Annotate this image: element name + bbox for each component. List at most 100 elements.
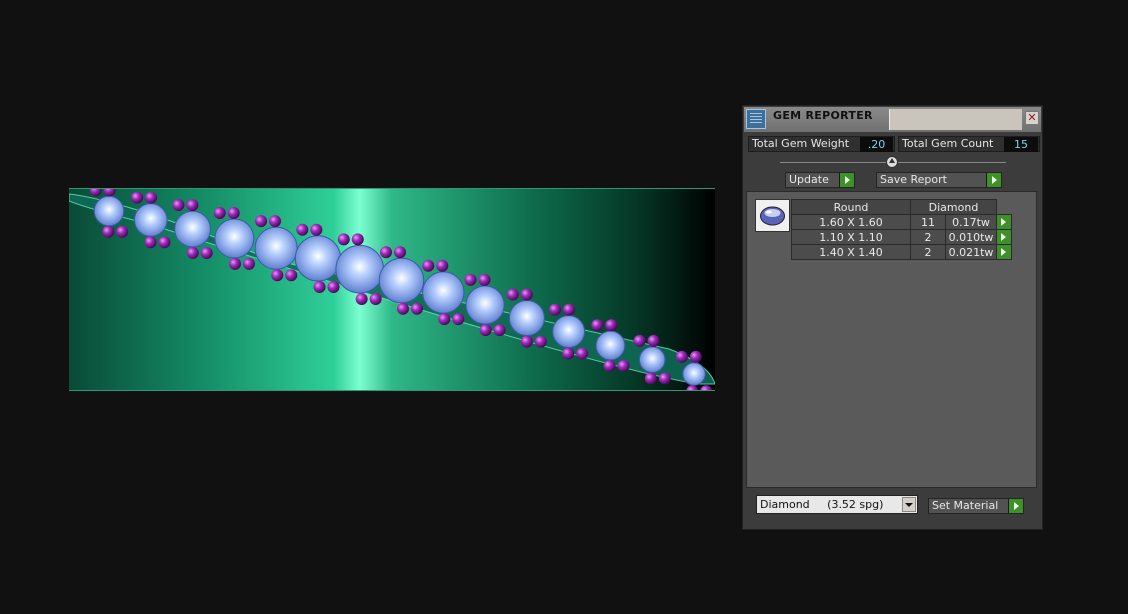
round-gem-icon xyxy=(760,206,785,226)
accent-stone xyxy=(242,257,255,270)
row-go-button[interactable] xyxy=(996,229,1012,245)
header-material: Diamond xyxy=(910,199,997,215)
accent-stone xyxy=(605,319,618,332)
accent-stone xyxy=(436,259,449,272)
row-count: 11 xyxy=(910,214,946,230)
table-row[interactable]: 1.40 X 1.40 2 0.021tw xyxy=(791,244,1012,260)
accent-stone xyxy=(396,302,409,315)
row-weight: 0.010tw xyxy=(945,229,997,245)
accent-stone xyxy=(285,269,298,282)
ring-render xyxy=(69,189,715,390)
accent-stone xyxy=(369,292,382,305)
gem-reporter-panel: GEM REPORTER ✕ Total Gem Weight .20 Tota… xyxy=(742,105,1043,530)
gem-table: Round Diamond 1.60 X 1.60 11 0.17tw 1.10… xyxy=(791,199,1012,260)
accent-stone xyxy=(102,225,115,238)
accent-stone xyxy=(394,246,407,259)
gem-reporter-icon xyxy=(746,109,766,129)
accent-stone xyxy=(310,223,323,236)
chevron-down-icon[interactable] xyxy=(902,497,916,512)
accent-stone xyxy=(422,259,435,272)
center-stone xyxy=(174,210,211,248)
accent-stone xyxy=(269,215,282,228)
accent-stone xyxy=(576,347,589,360)
table-row[interactable]: 1.10 X 1.10 2 0.010tw xyxy=(791,229,1012,245)
update-label: Update xyxy=(789,173,829,186)
center-stone xyxy=(378,257,425,304)
accent-stone xyxy=(271,269,284,282)
accent-stone xyxy=(89,189,102,197)
center-stone xyxy=(508,300,545,337)
accent-stone xyxy=(351,233,364,246)
center-stone xyxy=(254,226,298,270)
accent-stone xyxy=(644,372,657,385)
save-report-go-icon xyxy=(986,173,1001,187)
title-bar[interactable]: GEM REPORTER ✕ xyxy=(744,107,1041,132)
accent-stone xyxy=(380,246,393,259)
row-go-button[interactable] xyxy=(996,244,1012,260)
material-selected-value: Diamond (3.52 spg) xyxy=(760,498,884,511)
accent-stone xyxy=(478,273,491,286)
play-arrow-icon xyxy=(997,245,1011,259)
accent-stone xyxy=(116,225,129,238)
accent-stone xyxy=(255,215,268,228)
title-tab-area xyxy=(889,109,1022,130)
accent-stone xyxy=(686,385,699,390)
accent-stone xyxy=(355,292,368,305)
accent-stone xyxy=(296,223,309,236)
total-count-value: 15 xyxy=(1004,137,1038,152)
header-shape: Round xyxy=(791,199,911,215)
accent-stone xyxy=(145,191,158,204)
accent-stone xyxy=(591,319,604,332)
material-dropdown[interactable]: Diamond (3.52 spg) xyxy=(756,495,918,514)
3d-viewport[interactable] xyxy=(69,188,715,391)
accent-stone xyxy=(563,303,576,316)
accent-stone xyxy=(479,324,492,337)
center-stone xyxy=(335,244,385,294)
accent-stone xyxy=(603,359,616,372)
accent-stone xyxy=(327,281,340,294)
collapse-knob[interactable] xyxy=(886,156,898,168)
accent-stone xyxy=(617,359,630,372)
set-material-button[interactable]: Set Material xyxy=(928,498,1024,514)
accent-stone xyxy=(493,324,506,337)
table-row[interactable]: 1.60 X 1.60 11 0.17tw xyxy=(791,214,1012,230)
accent-stone xyxy=(438,313,451,326)
row-go-button[interactable] xyxy=(996,214,1012,230)
accent-stone xyxy=(200,246,213,259)
total-weight-value: .20 xyxy=(860,137,893,152)
accent-stone xyxy=(186,246,199,259)
close-button[interactable]: ✕ xyxy=(1025,111,1039,125)
accent-stone xyxy=(313,281,326,294)
row-size: 1.40 X 1.40 xyxy=(791,244,911,260)
accent-stone xyxy=(337,233,350,246)
total-weight-label: Total Gem Weight xyxy=(752,137,850,150)
accent-stone xyxy=(689,350,702,363)
accent-stone xyxy=(658,372,671,385)
accent-stone xyxy=(633,334,646,347)
center-stones xyxy=(93,195,706,386)
save-report-label: Save Report xyxy=(880,173,947,186)
row-count: 2 xyxy=(910,244,946,260)
accent-stone xyxy=(520,335,533,348)
update-button[interactable]: Update xyxy=(785,172,855,188)
accent-stone xyxy=(103,189,116,197)
accent-stone xyxy=(700,385,713,390)
accent-stone xyxy=(410,302,423,315)
play-arrow-icon xyxy=(997,230,1011,244)
center-stone xyxy=(422,271,465,314)
accent-stone xyxy=(520,288,533,301)
accent-stone xyxy=(172,199,185,212)
row-count: 2 xyxy=(910,229,946,245)
center-stone xyxy=(552,315,586,349)
table-header: Round Diamond xyxy=(791,199,1012,215)
set-material-go-icon xyxy=(1008,499,1023,513)
accent-stone xyxy=(131,191,144,204)
center-stone xyxy=(595,330,626,361)
save-report-button[interactable]: Save Report xyxy=(876,172,1002,188)
center-stone xyxy=(682,362,706,386)
accent-stone xyxy=(506,288,519,301)
accent-stone xyxy=(227,206,240,219)
accent-stone xyxy=(158,236,171,249)
gem-list: Round Diamond 1.60 X 1.60 11 0.17tw 1.10… xyxy=(746,191,1037,488)
gem-shape-thumbnail[interactable] xyxy=(755,199,790,232)
